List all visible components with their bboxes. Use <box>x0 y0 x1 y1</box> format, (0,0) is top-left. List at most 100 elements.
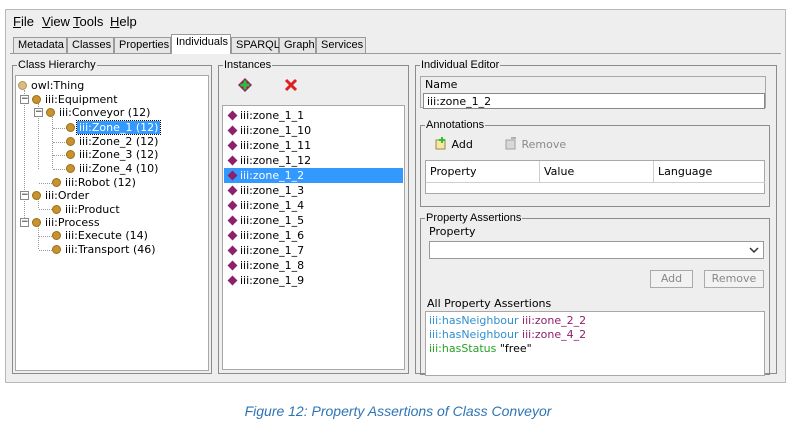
tab-sparql[interactable]: SPARQL <box>231 37 280 53</box>
tree-connector <box>39 209 52 210</box>
list-item[interactable]: iii:zone_1_4 <box>224 198 403 213</box>
add-individual-icon[interactable] <box>237 77 253 93</box>
list-item[interactable]: iii:zone_1_9 <box>224 273 403 288</box>
class-icon <box>66 164 75 173</box>
individual-icon <box>227 155 238 166</box>
add-annotation-button[interactable]: Add <box>435 136 473 154</box>
remove-assertion-button[interactable]: Remove <box>704 270 764 288</box>
class-tree[interactable]: owl:Thing − iii:Equipment − iii:Conveyor… <box>15 75 209 371</box>
tree-node-label: iii:Order <box>45 189 90 202</box>
tab-classes[interactable]: Classes <box>67 37 114 53</box>
column-header-value[interactable]: Value <box>540 161 654 183</box>
tree-node-transport[interactable]: iii:Transport (46) <box>52 243 158 256</box>
class-hierarchy-title: Class Hierarchy <box>18 59 96 71</box>
tab-graph[interactable]: Graph <box>279 37 316 53</box>
add-assertion-button[interactable]: Add <box>650 270 693 288</box>
list-item[interactable]: iii:zone_1_1 <box>224 108 403 123</box>
all-assertions-list[interactable]: iii:hasNeighbour iii:zone_2_2 iii:hasNeig… <box>425 311 765 376</box>
class-icon <box>32 191 41 200</box>
delete-individual-icon[interactable] <box>283 77 299 93</box>
menu-tools-label: ools <box>79 14 104 29</box>
column-header-property[interactable]: Property <box>426 161 540 183</box>
owl-thing-icon <box>18 81 27 90</box>
menu-bar: File View Tools Help <box>6 10 785 32</box>
annotations-panel: Annotations Add Remove Property Value La… <box>420 119 770 207</box>
menu-help-mnemonic: H <box>110 14 120 29</box>
app-window: File View Tools Help Metadata Classes Pr… <box>5 9 786 383</box>
collapse-toggle-icon[interactable]: − <box>20 218 29 227</box>
tree-node-execute[interactable]: iii:Execute (14) <box>52 229 150 242</box>
tree-node-zone-1[interactable]: iii:Zone_1 (12) <box>66 120 162 135</box>
menu-help[interactable]: Help <box>110 14 137 29</box>
property-select[interactable] <box>429 241 764 259</box>
list-item[interactable]: iii:zone_1_2 <box>224 168 403 183</box>
assertion-value: "free" <box>499 342 532 355</box>
list-item[interactable]: iii:zone_1_3 <box>224 183 403 198</box>
tree-connector <box>39 236 52 237</box>
tab-metadata[interactable]: Metadata <box>13 37 67 53</box>
tree-node-conveyor[interactable]: iii:Conveyor (12) <box>46 106 152 119</box>
list-item[interactable]: iii:zone_1_5 <box>224 213 403 228</box>
list-item[interactable]: iii:zone_1_11 <box>224 138 403 153</box>
list-item[interactable]: iii:zone_1_8 <box>224 258 403 273</box>
tree-node-order[interactable]: iii:Order <box>32 189 91 202</box>
collapse-toggle-icon[interactable]: − <box>20 95 29 104</box>
individual-icon <box>227 185 238 196</box>
assertion-property: iii:hasNeighbour <box>429 328 519 341</box>
class-icon <box>52 231 61 240</box>
tree-node-process[interactable]: iii:Process <box>32 216 102 229</box>
tab-baseline <box>10 53 781 54</box>
tree-connector <box>53 128 67 129</box>
class-icon <box>46 108 55 117</box>
tree-node-product[interactable]: iii:Product <box>52 203 122 216</box>
tree-node-label: owl:Thing <box>31 79 85 92</box>
menu-tools[interactable]: Tools <box>73 14 103 29</box>
annotations-title: Annotations <box>426 119 485 131</box>
all-assertions-title: All Property Assertions <box>427 297 552 310</box>
column-header-language[interactable]: Language <box>654 161 765 183</box>
list-item[interactable]: iii:zone_1_7 <box>224 243 403 258</box>
tree-node-zone-4[interactable]: iii:Zone_4 (10) <box>66 162 160 175</box>
tree-node-owl-thing[interactable]: owl:Thing <box>18 79 86 92</box>
remove-annotation-button[interactable]: Remove <box>505 136 566 154</box>
tab-properties[interactable]: Properties <box>114 37 171 53</box>
assertion-property: iii:hasNeighbour <box>429 314 519 327</box>
list-item-label: iii:zone_1_11 <box>240 139 312 152</box>
individual-editor-title: Individual Editor <box>421 59 500 71</box>
assertion-row[interactable]: iii:hasStatus "free" <box>429 342 532 355</box>
tree-node-zone-3[interactable]: iii:Zone_3 (12) <box>66 148 160 161</box>
collapse-toggle-icon[interactable]: − <box>20 191 29 200</box>
assertion-row[interactable]: iii:hasNeighbour iii:zone_2_2 <box>429 314 586 327</box>
tree-node-zone-2[interactable]: iii:Zone_2 (12) <box>66 135 160 148</box>
assertion-value: iii:zone_4_2 <box>522 328 587 341</box>
name-field-group: Name iii:zone_1_2 <box>420 76 766 109</box>
list-item-label: iii:zone_1_7 <box>240 244 305 257</box>
list-item-label: iii:zone_1_4 <box>240 199 305 212</box>
list-item-label: iii:zone_1_12 <box>240 154 312 167</box>
annotations-table[interactable]: Property Value Language <box>425 160 765 194</box>
tree-node-equipment[interactable]: iii:Equipment <box>32 93 120 106</box>
list-item-label: iii:zone_1_2 <box>240 169 305 182</box>
list-item[interactable]: iii:zone_1_12 <box>224 153 403 168</box>
class-hierarchy-panel: Class Hierarchy owl:Thing − iii:Equipmen… <box>12 59 212 374</box>
tree-node-label: iii:Zone_1 (12) <box>75 120 162 135</box>
menu-view-label: iew <box>50 14 70 29</box>
list-item[interactable]: iii:zone_1_10 <box>224 123 403 138</box>
class-icon <box>66 150 75 159</box>
menu-view[interactable]: View <box>42 14 70 29</box>
tab-services[interactable]: Services <box>316 37 366 53</box>
tab-individuals[interactable]: Individuals <box>171 34 231 54</box>
menu-file[interactable]: File <box>13 14 34 29</box>
collapse-toggle-icon[interactable]: − <box>34 108 43 117</box>
name-input[interactable]: iii:zone_1_2 <box>423 93 765 109</box>
assertion-row[interactable]: iii:hasNeighbour iii:zone_4_2 <box>429 328 586 341</box>
tree-node-label: iii:Product <box>65 203 120 216</box>
list-item[interactable]: iii:zone_1_6 <box>224 228 403 243</box>
tree-node-robot[interactable]: iii:Robot (12) <box>52 176 138 189</box>
name-label: Name <box>425 78 458 91</box>
individual-icon <box>227 245 238 256</box>
individual-icon <box>227 200 238 211</box>
instances-list[interactable]: iii:zone_1_1 iii:zone_1_10 iii:zone_1_11ii… <box>222 105 405 370</box>
tree-node-label: iii:Zone_4 (10) <box>79 162 159 175</box>
list-item-label: iii:zone_1_8 <box>240 259 305 272</box>
